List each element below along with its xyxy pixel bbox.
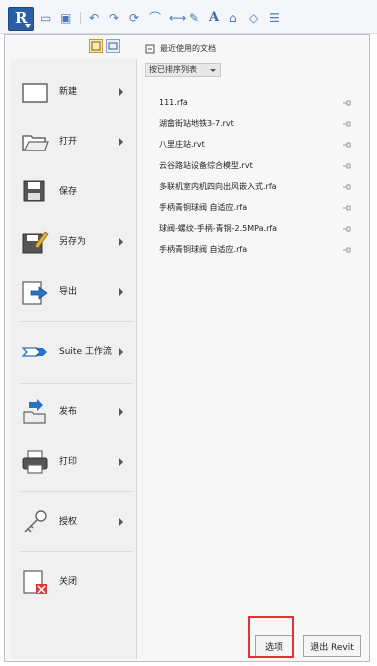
3d-view-icon[interactable]: ⌂ xyxy=(229,12,241,24)
thin-lines-icon[interactable]: ☰ xyxy=(269,12,281,24)
menu-item-close[interactable]: 关闭 xyxy=(15,559,133,605)
menu-item-label: 打开 xyxy=(59,137,78,147)
recent-document-item[interactable]: 湖畲街站地铁3-7.rvt xyxy=(159,116,355,132)
chevron-down-icon xyxy=(25,24,31,28)
menu-item-print[interactable]: 打印 xyxy=(15,439,133,485)
menu-commands: 新建 打开 保存 另存为 导出 Suite 工作流 发布 打印 授权 关闭 xyxy=(11,59,137,659)
recent-documents-view-icon[interactable] xyxy=(89,39,103,53)
recent-document-name: 手柄青铜球阀 自适应.rfa xyxy=(159,245,248,254)
separator xyxy=(80,12,81,24)
recent-documents-icon xyxy=(145,44,155,53)
dimension-icon[interactable]: ⟷ xyxy=(169,12,186,24)
recent-documents-title: 最近使用的文档 xyxy=(160,44,216,53)
open-documents-view-icon[interactable] xyxy=(106,39,120,53)
recent-document-name: 湖畲街站地铁3-7.rvt xyxy=(159,119,234,128)
suite-workflow-icon xyxy=(21,338,49,366)
recent-documents-header: 最近使用的文档 xyxy=(145,43,216,54)
pin-icon[interactable] xyxy=(343,247,351,253)
menu-item-publish[interactable]: 发布 xyxy=(15,389,133,435)
menu-item-save[interactable]: 保存 xyxy=(15,169,133,215)
recent-document-name: 云谷路站设备综合模型.rvt xyxy=(159,161,253,170)
chevron-right-icon xyxy=(119,138,123,146)
quick-access-toolbar: R ▭ ▣ ↶ ↷ ⟳ ⌒ ⟷ ✎ A ⌂ ◇ ☰ xyxy=(0,0,377,34)
menu-item-label: Suite 工作流 xyxy=(59,347,112,357)
recent-document-name: 手柄青铜球阀 自适应.rfa xyxy=(159,203,248,212)
sync-icon[interactable]: ⟳ xyxy=(129,12,141,24)
menu-item-new[interactable]: 新建 xyxy=(15,69,133,115)
menu-item-label: 授权 xyxy=(59,517,78,527)
menu-item-license[interactable]: 授权 xyxy=(15,499,133,545)
close-document-icon xyxy=(21,568,49,596)
recent-document-name: 球阀-螺纹-手柄-青铜-2.5MPa.rfa xyxy=(159,224,278,233)
menu-item-save-as[interactable]: 另存为 xyxy=(15,219,133,265)
recent-document-name: 111.rfa xyxy=(159,98,188,107)
menu-divider xyxy=(21,321,133,322)
exit-revit-button[interactable]: 退出 Revit xyxy=(303,635,361,657)
save-icon[interactable]: ▣ xyxy=(60,12,72,24)
recent-document-name: 八里庄站.rvt xyxy=(159,140,205,149)
application-menu-button[interactable]: R xyxy=(8,7,34,31)
pin-icon[interactable] xyxy=(343,142,351,148)
recent-document-item[interactable]: 球阀-螺纹-手柄-青铜-2.5MPa.rfa xyxy=(159,221,355,237)
redo-icon[interactable]: ↷ xyxy=(109,12,121,24)
menu-item-open[interactable]: 打开 xyxy=(15,119,133,165)
recent-document-item[interactable]: 手柄青铜球阀 自适应.rfa xyxy=(159,200,355,216)
section-icon[interactable]: ◇ xyxy=(249,12,261,24)
save-icon xyxy=(21,178,49,206)
view-toggle xyxy=(89,39,120,53)
chevron-right-icon xyxy=(119,238,123,246)
recent-document-item[interactable]: 111.rfa xyxy=(159,95,355,111)
menu-item-label: 另存为 xyxy=(59,237,87,247)
menu-item-label: 发布 xyxy=(59,407,78,417)
recent-document-name: 多联机室内机四向出风嵌入式.rfa xyxy=(159,182,277,191)
pin-icon[interactable] xyxy=(343,226,351,232)
menu-divider xyxy=(21,383,133,384)
menu-divider xyxy=(21,491,133,492)
menu-item-label: 打印 xyxy=(59,457,78,467)
pin-icon[interactable] xyxy=(343,184,351,190)
recent-documents-panel: 最近使用的文档 按已排序列表 111.rfa 湖畲街站地铁3-7.rvt 八里庄… xyxy=(139,35,367,625)
chevron-right-icon xyxy=(119,408,123,416)
application-menu: 新建 打开 保存 另存为 导出 Suite 工作流 发布 打印 授权 关闭 最近… xyxy=(4,34,370,662)
sort-dropdown-label: 按已排序列表 xyxy=(149,65,197,74)
recent-document-item[interactable]: 云谷路站设备综合模型.rvt xyxy=(159,158,355,174)
qat-icon-row: ▭ ▣ ↶ ↷ ⟳ ⌒ ⟷ ✎ A ⌂ ◇ ☰ xyxy=(40,9,281,27)
pin-icon[interactable] xyxy=(343,121,351,127)
print-icon xyxy=(21,448,49,476)
sort-dropdown[interactable]: 按已排序列表 xyxy=(145,63,221,77)
chevron-right-icon xyxy=(119,458,123,466)
menu-item-label: 导出 xyxy=(59,287,78,297)
chevron-right-icon xyxy=(119,88,123,96)
recent-document-item[interactable]: 八里庄站.rvt xyxy=(159,137,355,153)
new-document-icon xyxy=(21,78,49,106)
open-icon[interactable]: ▭ xyxy=(40,12,52,24)
save-as-icon xyxy=(21,228,49,256)
tag-icon[interactable]: ✎ xyxy=(189,12,201,24)
highlight-box xyxy=(248,616,294,658)
publish-icon xyxy=(21,398,49,426)
undo-icon[interactable]: ↶ xyxy=(89,12,101,24)
pin-icon[interactable] xyxy=(343,100,351,106)
menu-item-label: 新建 xyxy=(59,87,78,97)
recent-document-item[interactable]: 多联机室内机四向出风嵌入式.rfa xyxy=(159,179,355,195)
menu-divider xyxy=(21,551,133,552)
menu-item-label: 关闭 xyxy=(59,577,78,587)
recent-document-item[interactable]: 手柄青铜球阀 自适应.rfa xyxy=(159,242,355,258)
open-folder-icon xyxy=(21,128,49,156)
pin-icon[interactable] xyxy=(343,163,351,169)
chevron-right-icon xyxy=(119,288,123,296)
menu-item-suite-workflow[interactable]: Suite 工作流 xyxy=(15,329,133,375)
chevron-down-icon xyxy=(210,69,216,72)
chevron-right-icon xyxy=(119,518,123,526)
export-icon xyxy=(21,278,49,306)
pin-icon[interactable] xyxy=(343,205,351,211)
measure-icon[interactable]: ⌒ xyxy=(149,12,161,24)
menu-item-export[interactable]: 导出 xyxy=(15,269,133,315)
text-icon[interactable]: A xyxy=(209,11,221,24)
chevron-right-icon xyxy=(119,348,123,356)
menu-item-label: 保存 xyxy=(59,187,78,197)
license-key-icon xyxy=(21,508,49,536)
